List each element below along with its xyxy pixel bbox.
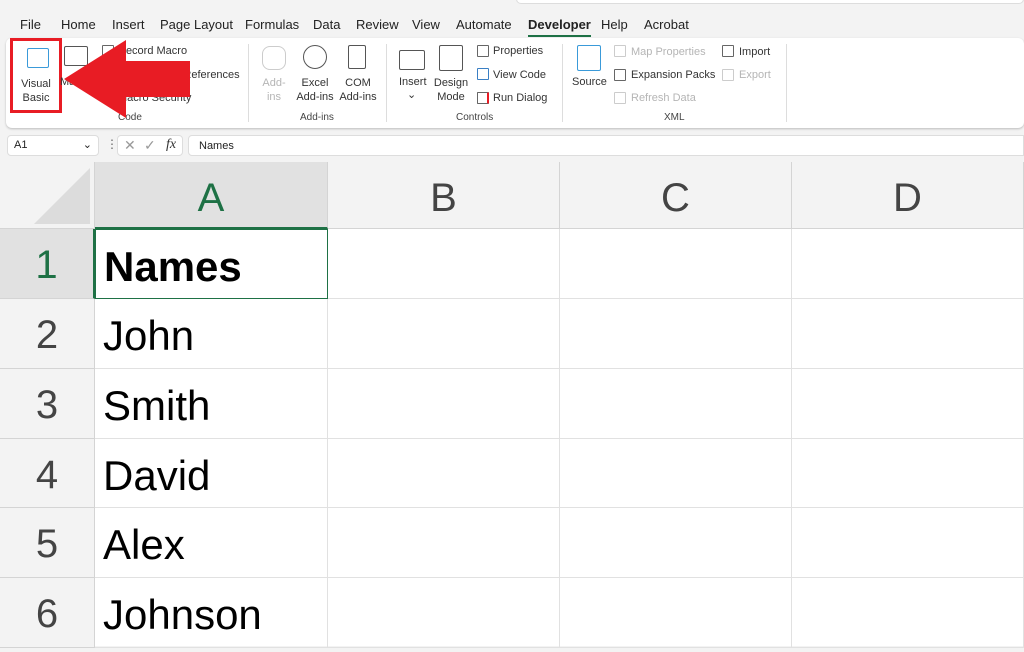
cell-a4[interactable]: David <box>95 439 328 508</box>
select-all-button[interactable] <box>0 162 95 229</box>
cell-b2[interactable] <box>328 299 560 369</box>
tab-help[interactable]: Help <box>601 17 628 32</box>
com-addins-button[interactable]: COM Add-ins <box>336 76 380 104</box>
export-icon <box>722 69 734 81</box>
search-box[interactable] <box>516 0 1024 4</box>
cell-d5[interactable] <box>792 508 1024 578</box>
ribbon-tabs: File Home Insert Page Layout Formulas Da… <box>0 0 1024 40</box>
expansion-packs-icon <box>614 69 626 81</box>
red-arrow-annotation <box>64 40 190 118</box>
design-mode-button[interactable]: Design Mode <box>431 76 471 104</box>
row-header-6[interactable]: 6 <box>0 578 95 648</box>
toolbox-icon <box>399 50 425 70</box>
chevron-down-icon[interactable]: ⌄ <box>83 138 92 151</box>
view-code-icon <box>477 68 489 80</box>
import-button[interactable]: Import <box>739 46 770 58</box>
column-header-a[interactable]: A <box>95 162 328 229</box>
tab-review[interactable]: Review <box>356 17 399 32</box>
cell-a1[interactable]: Names <box>95 229 328 299</box>
cell-a5[interactable]: Alex <box>95 508 328 578</box>
row-header-5[interactable]: 5 <box>0 508 95 578</box>
properties-icon <box>477 45 489 57</box>
visual-basic-icon <box>27 48 49 68</box>
tab-developer[interactable]: Developer <box>528 17 591 37</box>
row-header-2[interactable]: 2 <box>0 299 95 369</box>
cell-d3[interactable] <box>792 369 1024 439</box>
source-button[interactable]: Source <box>572 76 607 88</box>
tab-insert[interactable]: Insert <box>112 17 145 32</box>
chevron-down-icon: ⌄ <box>407 89 417 101</box>
cell-c5[interactable] <box>560 508 792 578</box>
import-icon <box>722 45 734 57</box>
cell-c6[interactable] <box>560 578 792 648</box>
map-properties-icon <box>614 45 626 57</box>
group-addins-label: Add-ins <box>300 112 334 123</box>
expansion-packs-button[interactable]: Expansion Packs <box>631 69 715 81</box>
worksheet-grid: A B C D 1 Names 2 John 3 Smith 4 David 5 Alex 6 Joh… <box>0 162 1024 648</box>
run-dialog-button[interactable]: Run Dialog <box>493 92 547 104</box>
addins-icon <box>262 46 286 70</box>
cell-b3[interactable] <box>328 369 560 439</box>
tab-home[interactable]: Home <box>61 17 96 32</box>
cell-b5[interactable] <box>328 508 560 578</box>
tab-formulas[interactable]: Formulas <box>245 17 299 32</box>
formula-controls: ✕ ✓ fx <box>117 135 183 156</box>
row-header-4[interactable]: 4 <box>0 439 95 508</box>
formula-input[interactable]: Names <box>188 135 1024 156</box>
column-header-d[interactable]: D <box>792 162 1024 229</box>
insert-control-button[interactable]: Insert <box>399 76 427 88</box>
map-properties-button[interactable]: Map Properties <box>631 46 706 58</box>
properties-button[interactable]: Properties <box>493 45 543 57</box>
cell-b1[interactable] <box>328 229 560 299</box>
addins-button[interactable]: Add-ins <box>256 76 292 104</box>
cancel-icon[interactable]: ✕ <box>124 137 136 154</box>
excel-addins-button[interactable]: Excel Add-ins <box>293 76 337 104</box>
tab-file[interactable]: File <box>20 17 41 32</box>
row-header-3[interactable]: 3 <box>0 369 95 439</box>
run-dialog-icon <box>477 92 489 104</box>
cell-a6[interactable]: Johnson <box>95 578 328 648</box>
tab-page-layout[interactable]: Page Layout <box>160 17 233 32</box>
cell-c3[interactable] <box>560 369 792 439</box>
com-addins-icon <box>348 45 366 69</box>
cell-a2[interactable]: John <box>95 299 328 369</box>
tab-automate[interactable]: Automate <box>456 17 512 32</box>
enter-icon[interactable]: ✓ <box>144 137 156 154</box>
source-icon <box>577 45 601 71</box>
cell-c1[interactable] <box>560 229 792 299</box>
cell-d4[interactable] <box>792 439 1024 508</box>
design-mode-icon <box>439 45 463 71</box>
tab-data[interactable]: Data <box>313 17 340 32</box>
cell-c2[interactable] <box>560 299 792 369</box>
cell-a3[interactable]: Smith <box>95 369 328 439</box>
view-code-button[interactable]: View Code <box>493 69 546 81</box>
group-controls-label: Controls <box>456 112 494 123</box>
refresh-data-icon <box>614 92 626 104</box>
gear-icon <box>303 45 327 69</box>
refresh-data-button[interactable]: Refresh Data <box>631 92 696 104</box>
tab-acrobat[interactable]: Acrobat <box>644 17 689 32</box>
cell-d6[interactable] <box>792 578 1024 648</box>
name-box[interactable]: A1 ⌄ <box>7 135 99 156</box>
cell-b6[interactable] <box>328 578 560 648</box>
column-header-b[interactable]: B <box>328 162 560 229</box>
export-button[interactable]: Export <box>739 69 771 81</box>
column-header-c[interactable]: C <box>560 162 792 229</box>
tab-view[interactable]: View <box>412 17 440 32</box>
visual-basic-button[interactable]: Visual Basic <box>10 38 62 113</box>
visual-basic-label: Visual Basic <box>21 78 51 104</box>
cell-d1[interactable] <box>792 229 1024 299</box>
row-header-1[interactable]: 1 <box>0 229 95 299</box>
cell-b4[interactable] <box>328 439 560 508</box>
cell-c4[interactable] <box>560 439 792 508</box>
cell-d2[interactable] <box>792 299 1024 369</box>
group-xml-label: XML <box>664 112 685 123</box>
insert-function-icon[interactable]: fx <box>166 137 176 153</box>
